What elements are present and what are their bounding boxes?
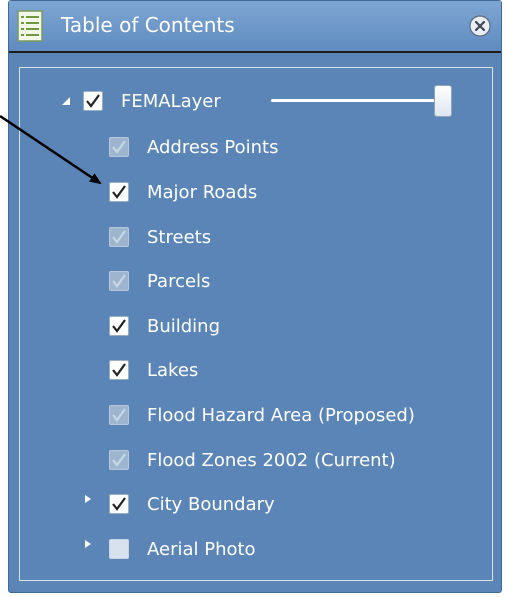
- layer-label: Lakes: [147, 359, 199, 381]
- layer-checkbox[interactable]: [109, 360, 129, 380]
- collapse-arrow-icon[interactable]: [61, 96, 71, 106]
- layer-label: Address Points: [147, 136, 279, 158]
- layer-label: Streets: [147, 226, 212, 248]
- table-of-contents-icon: [17, 10, 43, 42]
- layer-label: Major Roads: [147, 181, 258, 203]
- layer-checkbox[interactable]: [109, 494, 129, 514]
- layer-row-femalayer: FEMALayer: [83, 85, 221, 117]
- expand-arrow-icon[interactable]: [83, 494, 93, 504]
- layer-checkbox[interactable]: [109, 450, 129, 470]
- layer-checkbox[interactable]: [109, 137, 129, 157]
- opacity-slider-track[interactable]: [271, 99, 441, 102]
- layer-row-flood-hazard-area: Flood Hazard Area (Proposed): [109, 399, 415, 431]
- layer-checkbox[interactable]: [109, 539, 129, 559]
- layer-label: Aerial Photo: [147, 538, 256, 560]
- table-of-contents-panel: Table of Contents FEMALayer Address Poin…: [8, 0, 502, 593]
- checkmark-icon: [112, 319, 126, 333]
- layer-row-address-points: Address Points: [109, 131, 278, 163]
- layer-label: Building: [147, 315, 221, 337]
- layer-row-building: Building: [109, 310, 220, 342]
- layer-label: Flood Hazard Area (Proposed): [147, 404, 415, 426]
- panel-title: Table of Contents: [61, 13, 235, 37]
- checkmark-icon: [112, 274, 126, 288]
- layer-checkbox[interactable]: [109, 271, 129, 291]
- layer-row-aerial-photo: Aerial Photo: [109, 533, 256, 565]
- checkmark-icon: [86, 94, 100, 108]
- layer-label: Flood Zones 2002 (Current): [147, 449, 396, 471]
- layer-row-lakes: Lakes: [109, 354, 198, 386]
- checkmark-icon: [112, 230, 126, 244]
- checkmark-icon: [112, 363, 126, 377]
- layer-checkbox[interactable]: [83, 91, 103, 111]
- layer-label: City Boundary: [147, 493, 275, 515]
- checkmark-icon: [112, 408, 126, 422]
- close-icon[interactable]: [469, 15, 491, 37]
- checkmark-icon: [112, 453, 126, 467]
- layer-row-city-boundary: City Boundary: [109, 488, 275, 520]
- checkmark-icon: [112, 497, 126, 511]
- layer-row-parcels: Parcels: [109, 265, 210, 297]
- layer-checkbox[interactable]: [109, 227, 129, 247]
- layer-checkbox[interactable]: [109, 405, 129, 425]
- panel-header: Table of Contents: [9, 1, 501, 53]
- expand-arrow-icon[interactable]: [83, 539, 93, 549]
- checkmark-icon: [112, 185, 126, 199]
- checkmark-icon: [112, 140, 126, 154]
- layer-label: FEMALayer: [121, 90, 221, 112]
- layer-checkbox[interactable]: [109, 316, 129, 336]
- layer-label: Parcels: [147, 270, 211, 292]
- layer-row-flood-zones-2002: Flood Zones 2002 (Current): [109, 444, 396, 476]
- layer-checkbox[interactable]: [109, 182, 129, 202]
- layer-row-streets: Streets: [109, 221, 211, 253]
- layer-row-major-roads: Major Roads: [109, 176, 257, 208]
- opacity-slider-handle[interactable]: [434, 85, 452, 117]
